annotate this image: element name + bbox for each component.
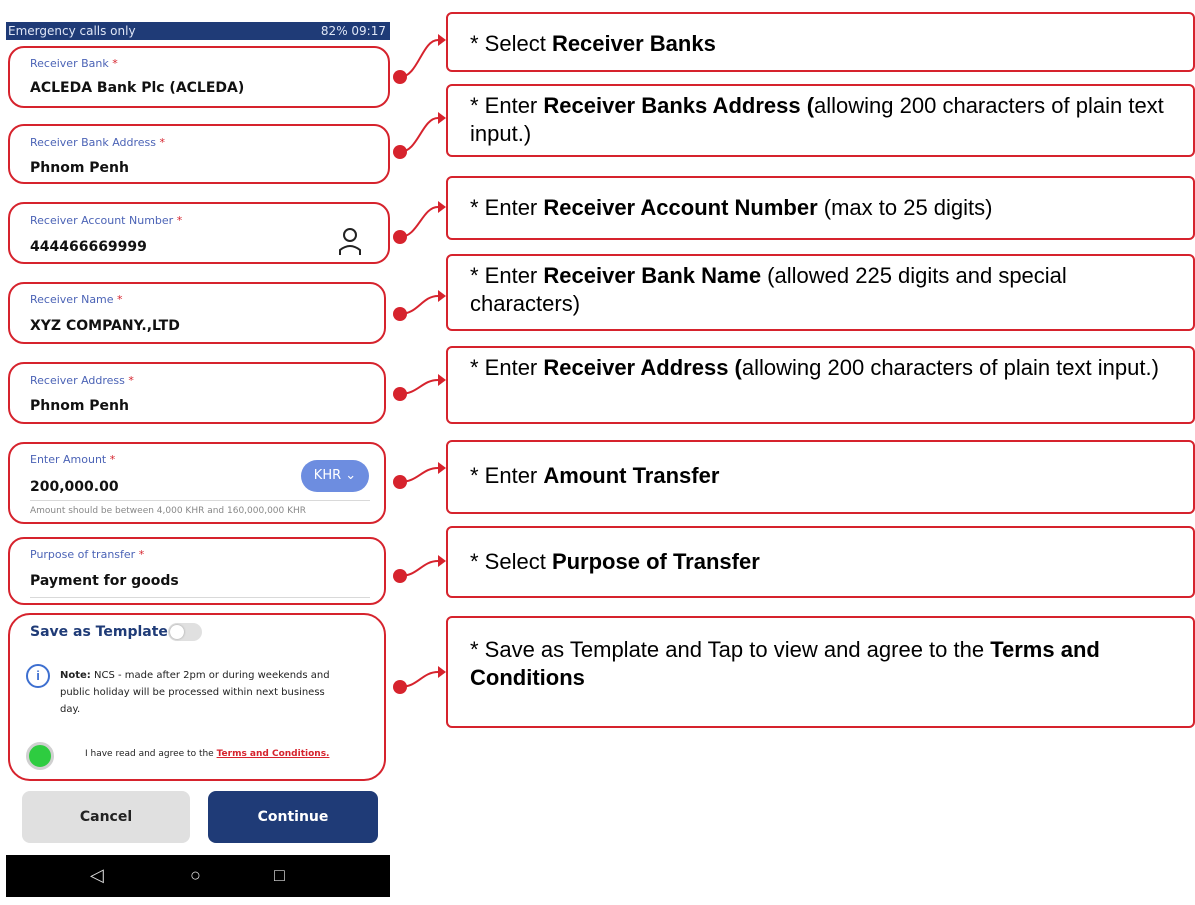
recents-icon[interactable]: □ <box>274 865 285 886</box>
android-nav-bar: ◁ ○ □ <box>6 855 390 897</box>
highlight-receiver-account-number <box>8 202 390 264</box>
highlight-receiver-bank <box>8 46 390 108</box>
highlight-amount <box>8 442 386 524</box>
connector-dot <box>393 70 407 84</box>
callout-receiver-bank-address: * Enter Receiver Banks Address (allowing… <box>446 84 1195 157</box>
connector-dot <box>393 307 407 321</box>
connector-dot <box>393 569 407 583</box>
status-right: 82% 09:17 <box>320 24 386 38</box>
cancel-button[interactable]: Cancel <box>22 791 190 843</box>
highlight-receiver-bank-address <box>8 124 390 184</box>
callout-receiver-address: * Enter Receiver Address (allowing 200 c… <box>446 346 1195 424</box>
status-bar: Emergency calls only 82% 09:17 <box>6 22 390 40</box>
connector-dot <box>393 475 407 489</box>
highlight-template-terms <box>8 613 386 781</box>
callout-save-template-terms: * Save as Template and Tap to view and a… <box>446 616 1195 728</box>
callout-receiver-bank: * Select Receiver Banks <box>446 12 1195 72</box>
highlight-purpose <box>8 537 386 605</box>
callout-amount-transfer: * Enter Amount Transfer <box>446 440 1195 514</box>
connector-dot <box>393 230 407 244</box>
connector-dot <box>393 145 407 159</box>
home-icon[interactable]: ○ <box>190 865 201 886</box>
back-icon[interactable]: ◁ <box>90 865 104 886</box>
status-left: Emergency calls only <box>8 24 136 38</box>
continue-button[interactable]: Continue <box>208 791 378 843</box>
highlight-receiver-address <box>8 362 386 424</box>
callout-purpose-of-transfer: * Select Purpose of Transfer <box>446 526 1195 598</box>
callout-receiver-bank-name: * Enter Receiver Bank Name (allowed 225 … <box>446 254 1195 331</box>
highlight-receiver-name <box>8 282 386 344</box>
callout-receiver-account-number: * Enter Receiver Account Number (max to … <box>446 176 1195 240</box>
connector-dot <box>393 680 407 694</box>
connector-dot <box>393 387 407 401</box>
